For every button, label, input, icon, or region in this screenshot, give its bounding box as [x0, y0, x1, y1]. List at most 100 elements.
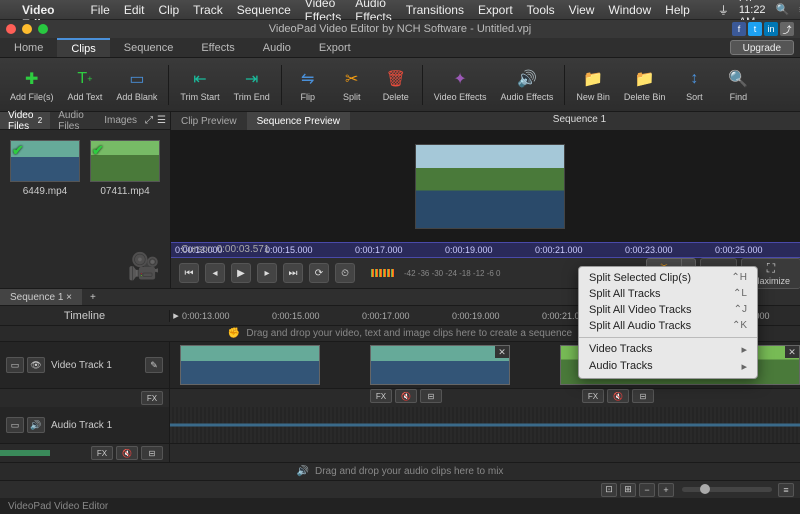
sort-icon: ↕	[683, 68, 705, 90]
zoom-in-button[interactable]: +	[658, 483, 674, 497]
bin-tab-video[interactable]: Video Files 2	[0, 112, 50, 129]
new-bin-button[interactable]: 📁New Bin	[570, 66, 616, 104]
tab-home[interactable]: Home	[0, 38, 57, 57]
track-link-button[interactable]: ⊟	[141, 446, 163, 460]
add-sequence-button[interactable]: +	[82, 289, 104, 305]
go-end-button[interactable]: ⏭	[283, 263, 303, 283]
preview-viewport[interactable]	[171, 130, 800, 242]
facebook-icon[interactable]: f	[732, 22, 746, 36]
tab-effects[interactable]: Effects	[187, 38, 248, 57]
menu-split-all[interactable]: Split All Tracks⌃L	[579, 286, 757, 302]
track-toggle-button[interactable]: ▭	[6, 357, 24, 373]
timeline-clip[interactable]	[180, 345, 320, 385]
menu-transitions[interactable]: Transitions	[406, 3, 464, 17]
speaker-icon: 🔊	[516, 68, 538, 90]
window-minimize-button[interactable]	[22, 24, 32, 34]
tab-clips[interactable]: Clips	[57, 38, 109, 57]
menu-tools[interactable]: Tools	[527, 3, 555, 17]
track-lock-button[interactable]: ✎	[145, 357, 163, 373]
menu-audio-tracks[interactable]: Audio Tracks▸	[579, 358, 757, 375]
track-audible-button[interactable]: 🔊	[27, 417, 45, 433]
menu-help[interactable]: Help	[665, 3, 690, 17]
twitter-icon[interactable]: t	[748, 22, 762, 36]
clip-link-button[interactable]: ⊟	[632, 389, 654, 403]
bin-tab-images[interactable]: Images	[96, 112, 145, 129]
preview-tab-clip[interactable]: Clip Preview	[171, 112, 247, 130]
clip-transition-icon[interactable]: ✕	[495, 346, 509, 358]
menu-window[interactable]: Window	[608, 3, 651, 17]
menu-track[interactable]: Track	[193, 3, 223, 17]
audio-track-lane[interactable]	[170, 407, 800, 443]
trim-start-button[interactable]: ⇤Trim Start	[174, 66, 225, 104]
window-maximize-button[interactable]	[38, 24, 48, 34]
media-thumb[interactable]: ✔ 07411.mp4	[90, 140, 160, 197]
play-button[interactable]: ▶	[231, 263, 251, 283]
folder-minus-icon: 📁	[634, 68, 656, 90]
clip-mute-button[interactable]: 🔇	[607, 389, 629, 403]
menu-view[interactable]: View	[569, 3, 595, 17]
delete-button[interactable]: 🗑Delete	[375, 66, 417, 104]
video-effects-button[interactable]: ✦Video Effects	[428, 66, 493, 104]
menu-export[interactable]: Export	[478, 3, 513, 17]
track-visible-button[interactable]: 👁	[27, 357, 45, 373]
fx-button[interactable]: FX	[91, 446, 113, 460]
upgrade-button[interactable]: Upgrade	[730, 40, 794, 55]
app-ribbon-tabs: Home Clips Sequence Effects Audio Export…	[0, 38, 800, 58]
fx-button[interactable]: FX	[141, 391, 163, 405]
bin-tab-audio[interactable]: Audio Files	[50, 112, 96, 129]
split-button[interactable]: ✂Split	[331, 66, 373, 104]
timeline-menu-button[interactable]: ≡	[778, 483, 794, 497]
trim-end-button[interactable]: ⇥Trim End	[228, 66, 276, 104]
timeline-menu-icon[interactable]: ▸	[170, 309, 182, 322]
add-text-button[interactable]: T+Add Text	[62, 66, 109, 104]
menu-file[interactable]: File	[90, 3, 109, 17]
bin-list-icon[interactable]: ☰	[157, 115, 166, 126]
window-close-button[interactable]	[6, 24, 16, 34]
zoom-out-button[interactable]: −	[639, 483, 655, 497]
preview-frame	[415, 144, 565, 229]
menu-sequence[interactable]: Sequence	[237, 3, 291, 17]
flip-button[interactable]: ⇋Flip	[287, 66, 329, 104]
track-toggle-button[interactable]: ▭	[6, 417, 24, 433]
add-files-button[interactable]: ✚Add File(s)	[4, 66, 60, 104]
zoom-selection-button[interactable]: ⊞	[620, 483, 636, 497]
bin-expand-icon[interactable]: ⤢	[145, 115, 153, 126]
menu-split-audio[interactable]: Split All Audio Tracks⌃K	[579, 318, 757, 334]
tab-export[interactable]: Export	[305, 38, 365, 57]
sequence-tab[interactable]: Sequence 1 ×	[0, 289, 82, 305]
clip-fx-button[interactable]: FX	[370, 389, 392, 403]
audio-waveform[interactable]	[170, 410, 800, 440]
menu-edit[interactable]: Edit	[124, 3, 145, 17]
menu-clip[interactable]: Clip	[159, 3, 180, 17]
audio-effects-button[interactable]: 🔊Audio Effects	[494, 66, 559, 104]
timeline-clip[interactable]: ✕	[370, 345, 510, 385]
clip-transition-icon[interactable]: ✕	[785, 346, 799, 358]
menu-split-selected[interactable]: Split Selected Clip(s)⌃H	[579, 270, 757, 286]
menu-video-tracks[interactable]: Video Tracks▸	[579, 341, 757, 358]
menu-split-video[interactable]: Split All Video Tracks⌃J	[579, 302, 757, 318]
share-icon[interactable]: ⤴	[780, 22, 794, 36]
clip-fx-button[interactable]: FX	[582, 389, 604, 403]
step-back-button[interactable]: ◂	[205, 263, 225, 283]
tab-audio[interactable]: Audio	[249, 38, 305, 57]
step-fwd-button[interactable]: ▸	[257, 263, 277, 283]
clip-mute-button[interactable]: 🔇	[395, 389, 417, 403]
media-thumb[interactable]: ✔ 6449.mp4	[10, 140, 80, 197]
speed-button[interactable]: ⏲	[335, 263, 355, 283]
preview-tab-sequence[interactable]: Sequence Preview	[247, 112, 350, 130]
linkedin-icon[interactable]: in	[764, 22, 778, 36]
tab-sequence[interactable]: Sequence	[110, 38, 188, 57]
delete-bin-button[interactable]: 📁Delete Bin	[618, 66, 672, 104]
loop-button[interactable]: ⟳	[309, 263, 329, 283]
search-icon[interactable]: 🔍	[776, 3, 790, 16]
clip-link-button[interactable]: ⊟	[420, 389, 442, 403]
find-button[interactable]: 🔍Find	[717, 66, 759, 104]
close-icon[interactable]: ×	[66, 292, 72, 303]
sort-button[interactable]: ↕Sort	[673, 66, 715, 104]
add-blank-button[interactable]: ▭Add Blank	[110, 66, 163, 104]
zoom-fit-button[interactable]: ⊡	[601, 483, 617, 497]
track-mute-button[interactable]: 🔇	[116, 446, 138, 460]
go-start-button[interactable]: ⏮	[179, 263, 199, 283]
zoom-slider[interactable]	[682, 487, 772, 492]
wifi-icon[interactable]: ⏚	[718, 2, 729, 18]
